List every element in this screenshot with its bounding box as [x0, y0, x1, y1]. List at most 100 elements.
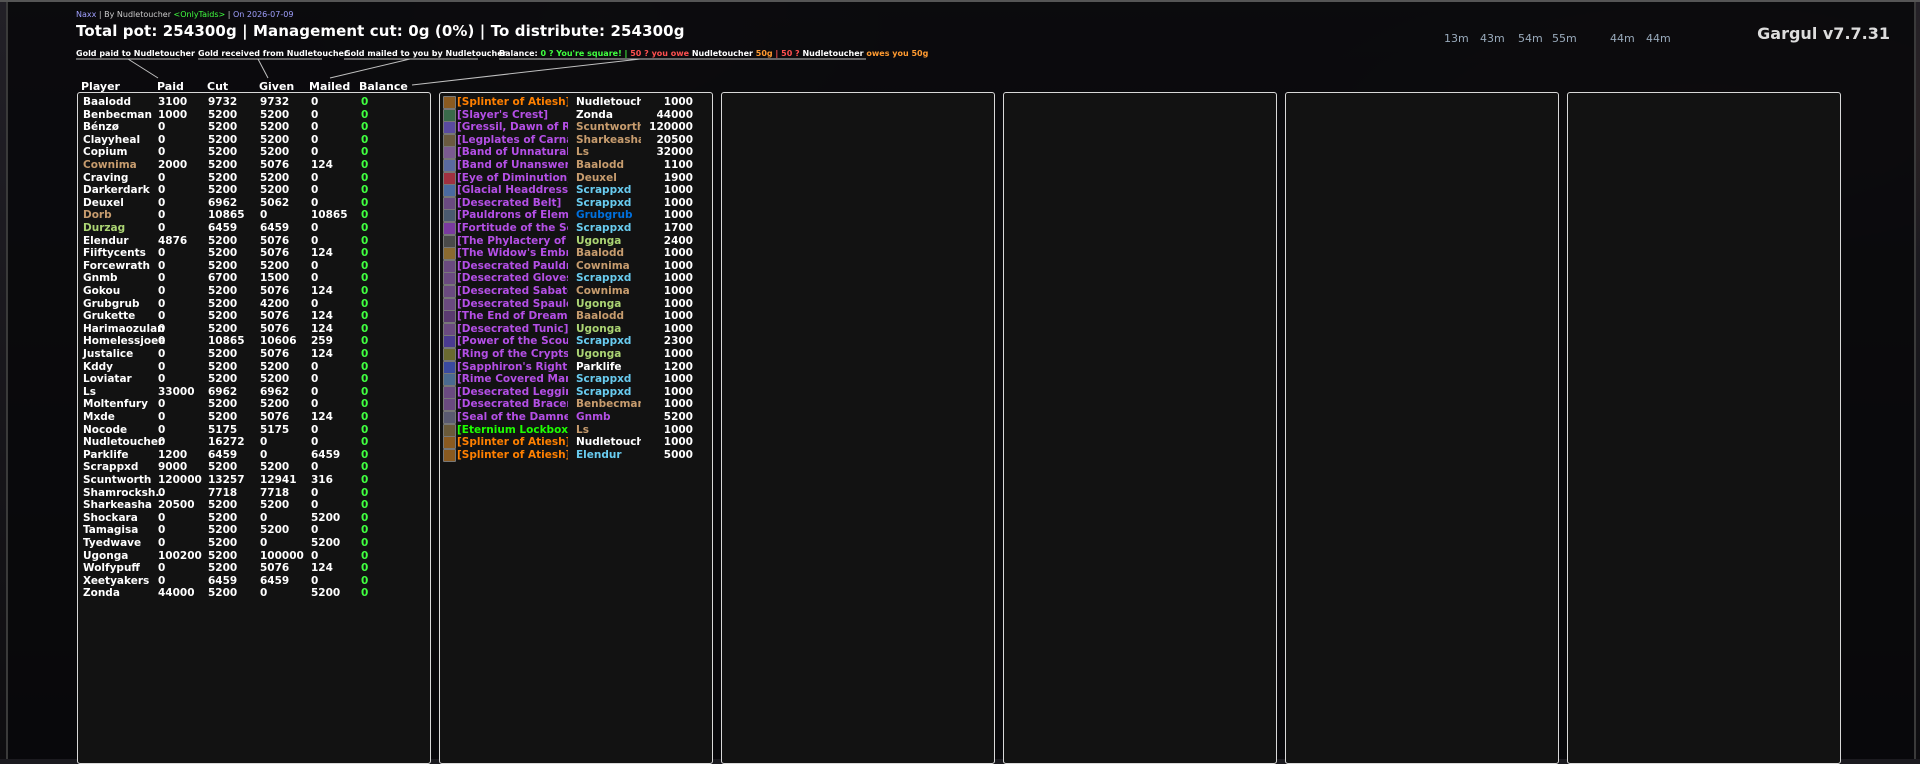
player-paid: 0	[158, 574, 166, 587]
player-cut: 5200	[208, 146, 238, 159]
item-icon	[443, 133, 456, 147]
item-link[interactable]: [Splinter of Atiesh]	[457, 436, 568, 448]
player-paid: 0	[158, 146, 166, 159]
item-link[interactable]: [Slayer's Crest]	[457, 109, 568, 121]
player-given: 5062	[260, 196, 290, 209]
item-link[interactable]: [Splinter of Atiesh]	[457, 96, 568, 108]
item-price: 1000	[663, 209, 693, 222]
player-name: Loviatar	[83, 373, 132, 386]
item-link[interactable]: [Desecrated Tunic]	[457, 323, 568, 335]
player-cut: 6962	[208, 385, 238, 398]
player-cut: 5200	[208, 549, 238, 562]
player-mailed: 0	[311, 373, 319, 386]
player-name: Scrappxd	[83, 461, 139, 474]
player-paid: 100200	[158, 549, 202, 562]
item-winner: Scrappxd	[576, 373, 632, 386]
item-link[interactable]: [Ring of the Cryptsta..	[457, 348, 568, 360]
player-name: Cownima	[83, 159, 137, 171]
item-link[interactable]: [Pauldrons of Elemen..	[457, 209, 568, 221]
item-icon	[443, 209, 456, 223]
player-balance: 0	[361, 524, 369, 537]
player-mailed: 0	[311, 461, 319, 474]
item-price: 1000	[663, 96, 693, 108]
player-paid: 0	[158, 171, 166, 184]
player-balance: 0	[361, 574, 369, 587]
player-cut: 6700	[208, 272, 238, 285]
player-balance: 0	[361, 272, 369, 285]
player-mailed: 0	[311, 96, 319, 108]
item-link[interactable]: [Desecrated Sabaton..	[457, 285, 568, 297]
player-mailed: 0	[311, 549, 319, 562]
player-balance: 0	[361, 234, 369, 247]
item-link[interactable]: [Gressil, Dawn of Rui..	[457, 121, 568, 133]
player-paid: 33000	[158, 385, 195, 398]
player-given: 5076	[260, 562, 290, 575]
item-link[interactable]: [Desecrated Gloves]	[457, 272, 568, 284]
player-cut: 5200	[208, 322, 238, 335]
item-link[interactable]: [Seal of the Damned]	[457, 411, 568, 423]
player-paid: 0	[158, 133, 166, 146]
item-icon	[443, 322, 456, 336]
player-cut: 5200	[208, 373, 238, 386]
player-given: 5200	[260, 171, 290, 184]
player-paid: 0	[158, 196, 166, 209]
item-link[interactable]: [Desecrated Belt]	[457, 197, 568, 209]
item-link[interactable]: [Desecrated Leggings]	[457, 386, 568, 398]
item-link[interactable]: [Rime Covered Mantl..	[457, 373, 568, 385]
player-paid: 0	[158, 537, 166, 549]
item-link[interactable]: [Desecrated Spaulde..	[457, 298, 568, 310]
player-given: 5076	[260, 247, 290, 260]
item-link[interactable]: [Eternium Lockbox]	[457, 424, 568, 436]
item-price: 1000	[663, 423, 693, 436]
player-given: 5200	[260, 524, 290, 537]
player-paid: 4876	[158, 234, 188, 247]
player-paid: 0	[158, 297, 166, 310]
empty-panel-1	[721, 92, 995, 764]
item-winner: Sharkeasha	[576, 133, 641, 146]
player-cut: 6459	[208, 222, 238, 234]
player-cut: 5200	[208, 171, 238, 184]
item-price: 1900	[663, 171, 693, 184]
item-link[interactable]: [Desecrated Bracers]	[457, 398, 568, 410]
item-price: 1000	[663, 272, 693, 285]
item-link[interactable]: [The Widow's Embra..	[457, 247, 568, 259]
item-link[interactable]: [Eye of Diminution]	[457, 172, 568, 184]
item-link[interactable]: [Power of the Scourg..	[457, 335, 568, 347]
item-icon	[443, 373, 456, 387]
item-link[interactable]: [Band of Unnatural F..	[457, 146, 568, 158]
player-balance: 0	[361, 348, 369, 360]
item-price: 44000	[656, 108, 693, 121]
item-link[interactable]: [Glacial Headdress]	[457, 184, 568, 196]
item-link[interactable]: [The Phylactery of K..	[457, 235, 568, 247]
player-name: Copium	[83, 146, 128, 159]
item-link[interactable]: [Band of Unanswered..	[457, 159, 568, 171]
item-link[interactable]: [Fortitude of the Sco..	[457, 222, 568, 234]
item-link[interactable]: [Desecrated Pauldro..	[457, 260, 568, 272]
player-given: 5076	[260, 411, 290, 423]
player-paid: 9000	[158, 461, 188, 474]
player-cut: 5200	[208, 310, 238, 323]
item-link[interactable]: [Sapphiron's Right E..	[457, 361, 568, 373]
item-price: 1000	[663, 297, 693, 310]
player-mailed: 0	[311, 524, 319, 537]
player-given: 0	[260, 587, 268, 600]
player-name: Benbecman	[83, 108, 152, 121]
player-balance: 0	[361, 159, 369, 171]
player-paid: 0	[158, 373, 166, 386]
item-link[interactable]: [The End of Dreams]	[457, 310, 568, 322]
player-balance: 0	[361, 486, 369, 499]
player-cut: 9732	[208, 96, 238, 108]
item-winner: Elendur	[576, 448, 622, 461]
item-price: 1000	[663, 398, 693, 411]
player-paid: 0	[158, 247, 166, 260]
player-balance: 0	[361, 297, 369, 310]
item-price: 2400	[663, 234, 693, 247]
player-mailed: 259	[311, 335, 333, 348]
item-link[interactable]: [Legplates of Carnag..	[457, 134, 568, 146]
player-name: Tamagisa	[83, 524, 139, 537]
player-mailed: 124	[311, 247, 333, 260]
item-winner: Scuntworth	[576, 121, 641, 134]
player-paid: 1000	[158, 108, 188, 121]
player-paid: 0	[158, 524, 166, 537]
item-link[interactable]: [Splinter of Atiesh]	[457, 449, 568, 461]
